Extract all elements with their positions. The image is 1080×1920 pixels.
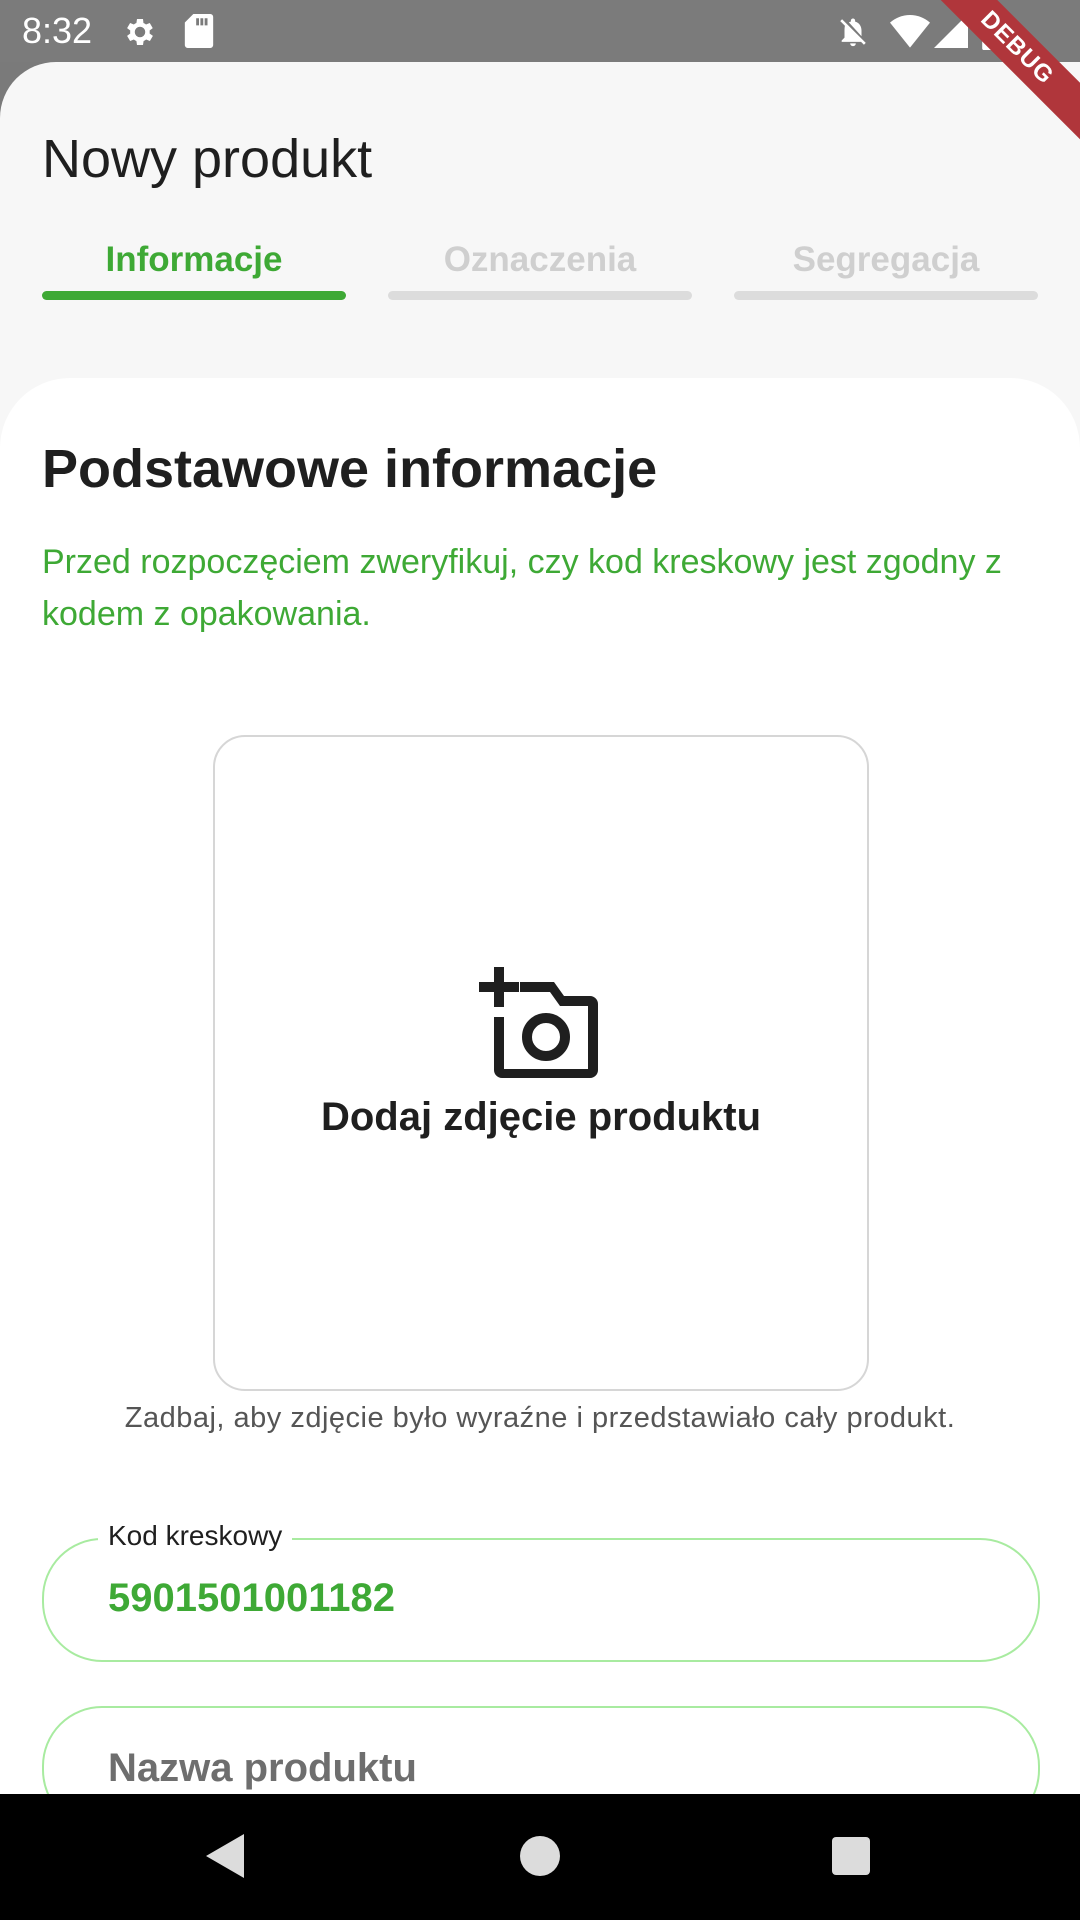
home-icon[interactable] <box>518 1832 562 1885</box>
section-title: Podstawowe informacje <box>42 439 658 499</box>
barcode-field-value[interactable]: 5901501001182 <box>108 1576 395 1621</box>
photo-hint: Zadbaj, aby zdjęcie było wyraźne i przed… <box>124 1402 956 1434</box>
step-label: Oznaczenia <box>443 240 637 279</box>
product-name-placeholder[interactable]: Nazwa produktu <box>108 1746 417 1791</box>
barcode-field-label: Kod kreskowy <box>98 1520 293 1552</box>
step-oznaczenia[interactable]: Oznaczenia <box>388 237 692 300</box>
step-informacje[interactable]: Informacje <box>42 237 346 300</box>
navigation-bar <box>0 1794 1080 1920</box>
step-label: Segregacja <box>792 240 980 279</box>
step-progress-bar <box>388 291 692 300</box>
step-progress-bar <box>42 291 346 300</box>
page-title: Nowy produkt <box>42 129 373 189</box>
page-sheet: Nowy produkt Informacje Oznaczenia Segre… <box>0 62 1080 1794</box>
section-description: Przed rozpoczęciem zweryfikuj, czy kod k… <box>42 543 1002 633</box>
barcode-field[interactable]: Kod kreskowy 5901501001182 <box>42 1520 1040 1662</box>
status-time: 8:32 <box>22 10 93 51</box>
add-photo-icon <box>478 967 604 1086</box>
sd-card-icon <box>184 14 214 53</box>
stepper: Informacje Oznaczenia Segregacja <box>42 237 1038 300</box>
add-photo-label: Dodaj zdjęcie produktu <box>320 1095 762 1139</box>
step-segregacja[interactable]: Segregacja <box>734 237 1038 300</box>
notifications-off-icon <box>836 14 870 55</box>
status-bar: 8:32 <box>0 0 1080 62</box>
product-name-field[interactable]: Nazwa produktu <box>42 1706 1040 1794</box>
gear-icon <box>122 14 158 55</box>
add-photo-button[interactable]: Dodaj zdjęcie produktu <box>213 735 869 1391</box>
back-icon[interactable] <box>204 1832 246 1885</box>
step-label: Informacje <box>105 240 283 279</box>
wifi-icon <box>890 14 930 53</box>
step-progress-bar <box>734 291 1038 300</box>
recents-icon[interactable] <box>830 1832 872 1885</box>
form-card: Podstawowe informacje Przed rozpoczęciem… <box>0 378 1080 1794</box>
